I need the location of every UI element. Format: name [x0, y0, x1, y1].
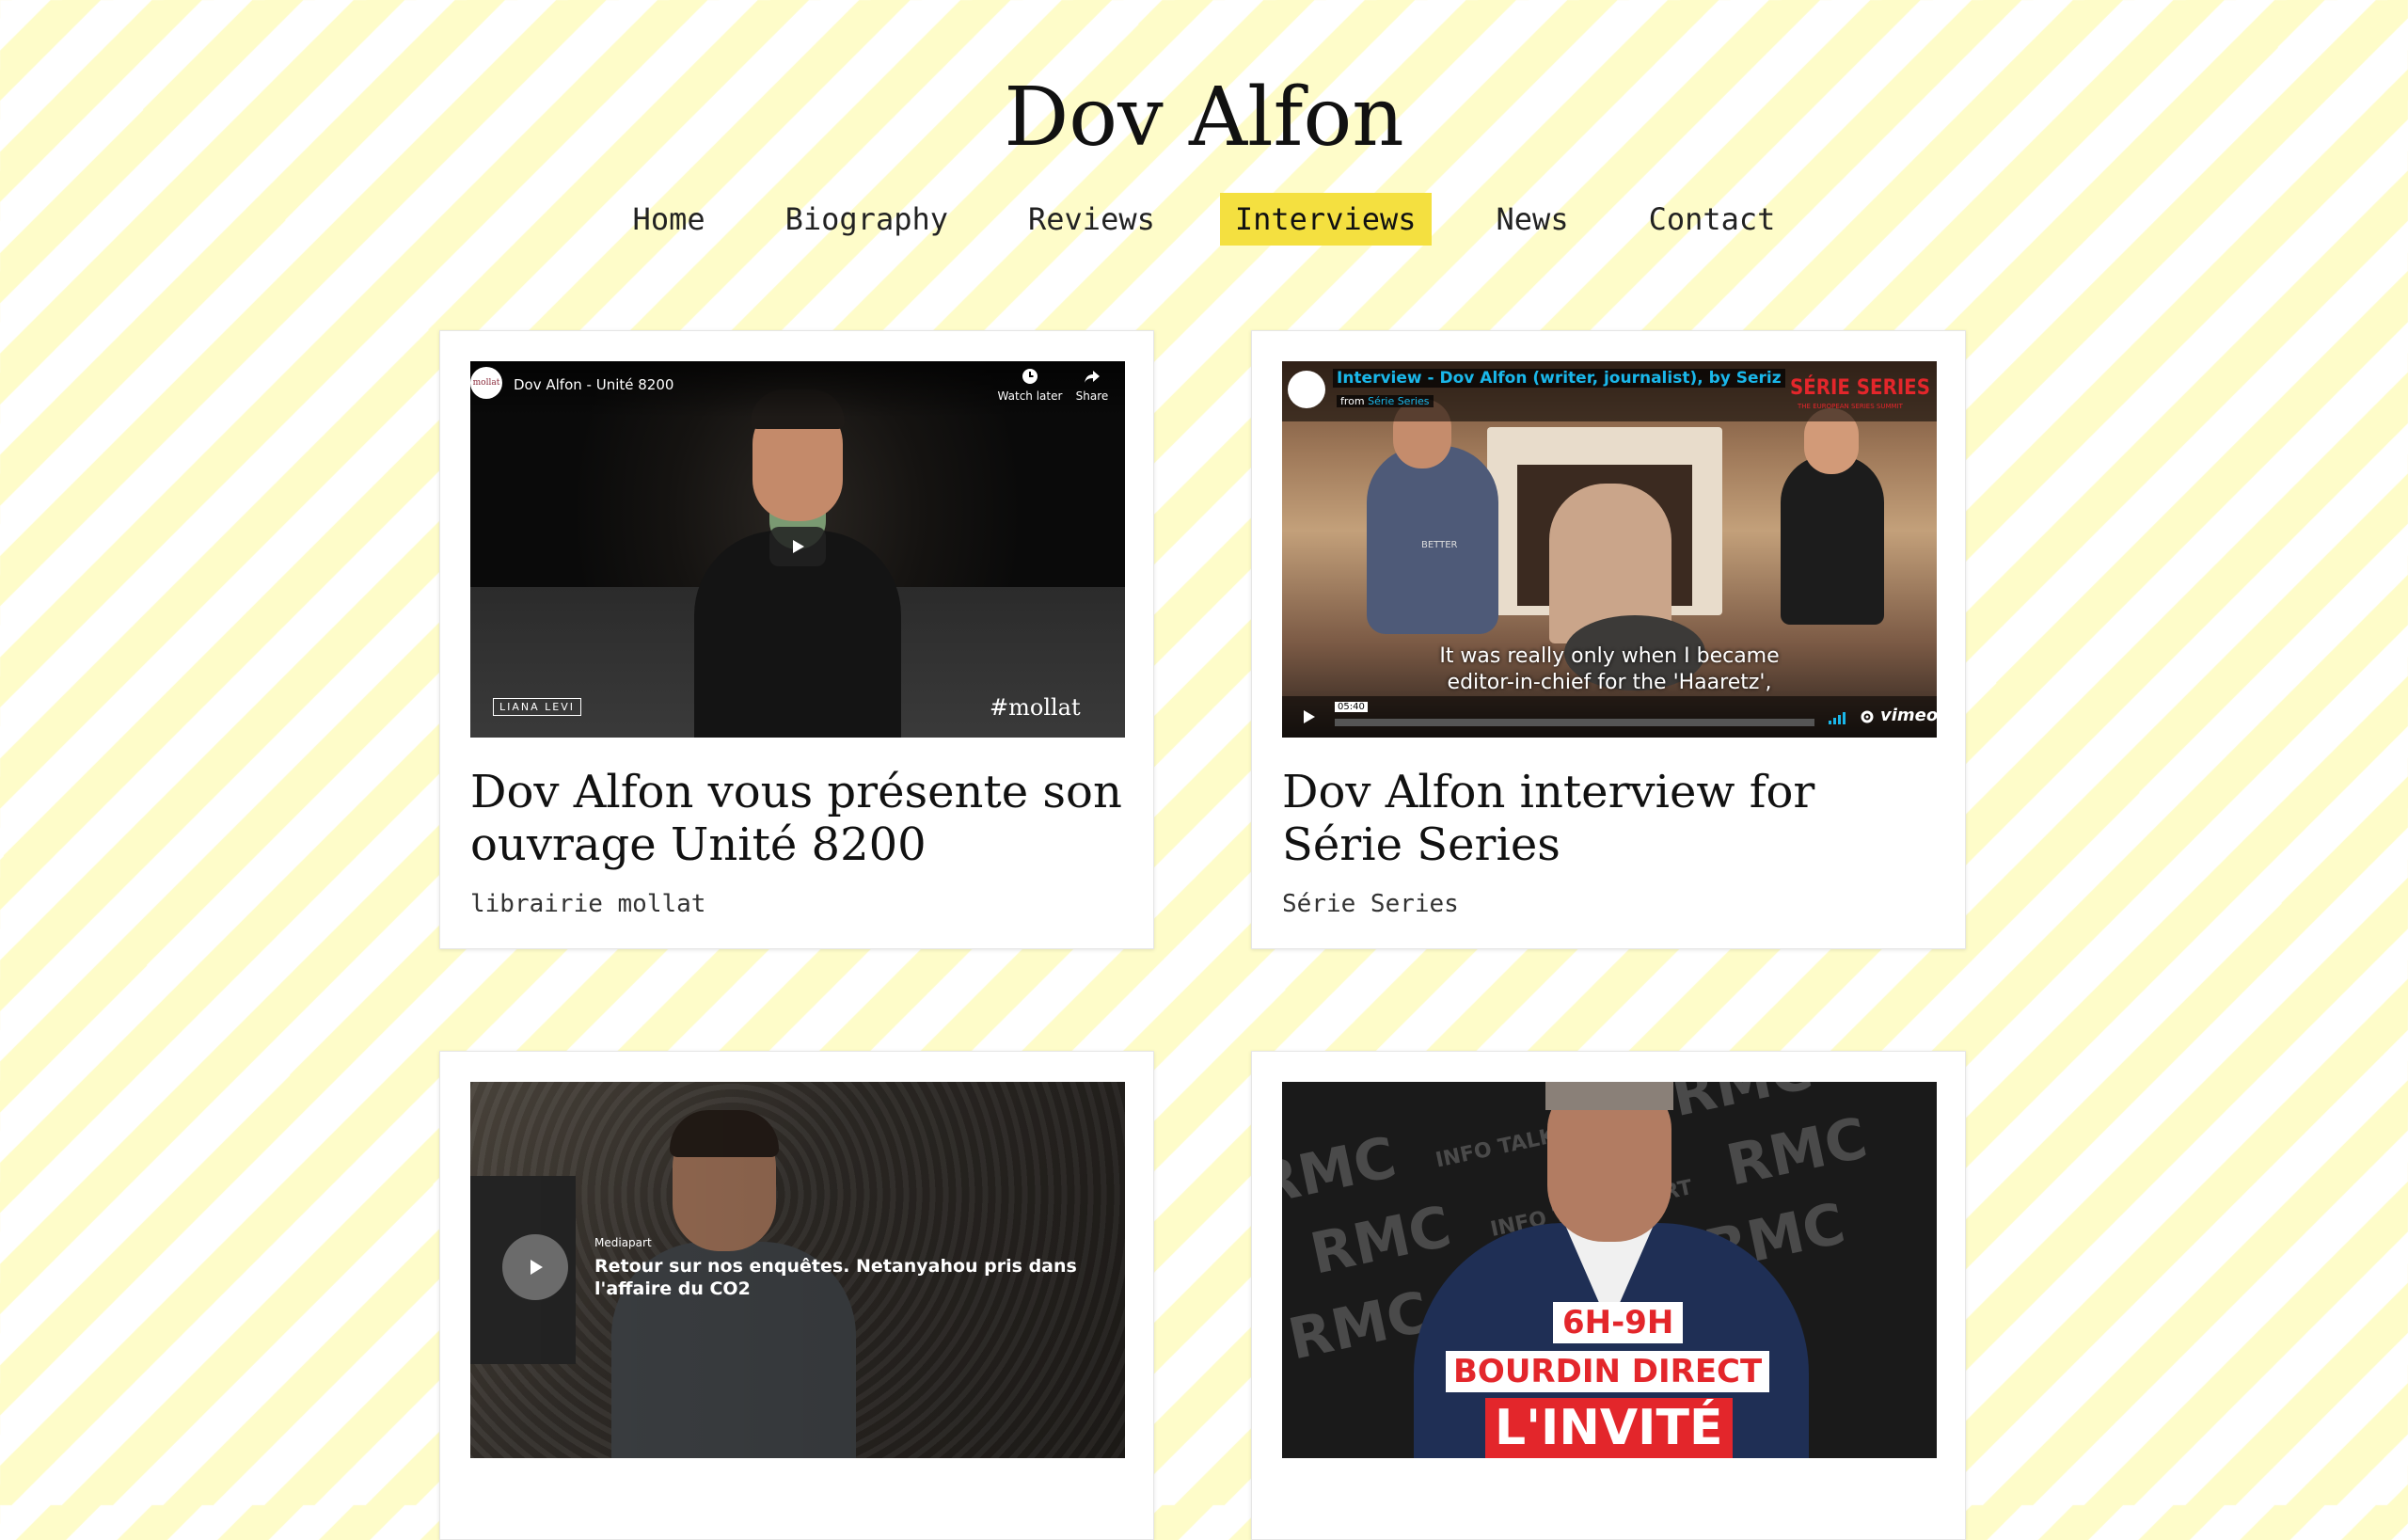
guest-label: L'INVITÉ	[1485, 1398, 1733, 1458]
nav-news[interactable]: News	[1481, 193, 1584, 246]
brand-logo: SÉRIE SERIES	[1790, 376, 1930, 400]
video-embed-mollat[interactable]: mollat Dov Alfon - Unité 8200 Watch late…	[470, 361, 1125, 738]
video-embed-mediapart[interactable]: Mediapart Retour sur nos enquêtes. Netan…	[470, 1082, 1125, 1458]
card-source: Série Series	[1282, 890, 1459, 918]
play-button[interactable]	[769, 527, 826, 566]
watch-later-button[interactable]: Watch later	[997, 367, 1063, 403]
main-nav: Home Biography Reviews Interviews News C…	[0, 193, 2408, 246]
time-display: 05:40	[1335, 702, 1368, 712]
nav-reviews[interactable]: Reviews	[1013, 193, 1170, 246]
nav-home[interactable]: Home	[618, 193, 721, 246]
person-hair	[1545, 1082, 1673, 1110]
time-slot-label: 6H-9H	[1553, 1302, 1684, 1343]
publisher-logo: LIANA LEVI	[493, 698, 581, 716]
vimeo-logo[interactable]: vimeo	[1880, 706, 1937, 725]
video-header-title[interactable]: Interview - Dov Alfon (writer, journalis…	[1333, 369, 1785, 388]
nav-interviews[interactable]: Interviews	[1219, 193, 1432, 246]
interview-card-serie-series: BETTER Interview - Dov Alfon (writer, jo…	[1251, 330, 1966, 949]
video-embed-rmc[interactable]: RMC INFO TALK SPORT RMC RMC INFO TALK SP…	[1282, 1082, 1937, 1458]
nav-biography[interactable]: Biography	[770, 193, 963, 246]
shirt-text: BETTER	[1421, 540, 1458, 550]
from-channel-link[interactable]: Série Series	[1368, 395, 1429, 407]
volume-icon[interactable]	[1828, 707, 1850, 726]
nav-contact[interactable]: Contact	[1634, 193, 1791, 246]
play-icon	[531, 1260, 543, 1275]
channel-name[interactable]: Mediapart	[594, 1236, 652, 1249]
play-button[interactable]	[1288, 702, 1329, 732]
clock-icon	[1022, 369, 1038, 384]
play-icon	[1304, 710, 1315, 723]
channel-watermark: #mollat	[990, 694, 1081, 721]
interview-card-mediapart: Mediapart Retour sur nos enquêtes. Netan…	[439, 1051, 1154, 1540]
play-button[interactable]	[502, 1234, 568, 1300]
video-header-title[interactable]: Dov Alfon - Unité 8200	[514, 376, 673, 393]
video-embed-serie-series[interactable]: BETTER Interview - Dov Alfon (writer, jo…	[1282, 361, 1937, 738]
channel-avatar-icon[interactable]	[1288, 371, 1325, 408]
card-title[interactable]: Dov Alfon interview for Série Series	[1282, 766, 1935, 871]
interview-card-mollat: mollat Dov Alfon - Unité 8200 Watch late…	[439, 330, 1154, 949]
card-source: librairie mollat	[470, 890, 706, 918]
settings-gear-icon[interactable]	[1860, 709, 1875, 724]
site-title[interactable]: Dov Alfon	[0, 66, 2408, 169]
show-name-label: BOURDIN DIRECT	[1446, 1351, 1770, 1392]
interview-card-rmc: RMC INFO TALK SPORT RMC RMC INFO TALK SP…	[1251, 1051, 1966, 1540]
subtitle-text: It was really only when I became editor-…	[1439, 644, 1780, 694]
share-button[interactable]: Share	[1069, 367, 1116, 403]
progress-bar[interactable]	[1335, 719, 1814, 726]
share-icon	[1085, 371, 1100, 383]
brand-tagline: THE EUROPEAN SERIES SUMMIT	[1798, 403, 1903, 410]
video-from: from Série Series	[1337, 395, 1434, 407]
play-icon	[793, 540, 804, 553]
person-right	[1781, 455, 1884, 625]
card-title[interactable]: Dov Alfon vous présente son ouvrage Unit…	[470, 766, 1123, 871]
channel-avatar-icon[interactable]: mollat	[470, 367, 502, 399]
video-caption[interactable]: Retour sur nos enquêtes. Netanyahou pris…	[594, 1255, 1102, 1300]
